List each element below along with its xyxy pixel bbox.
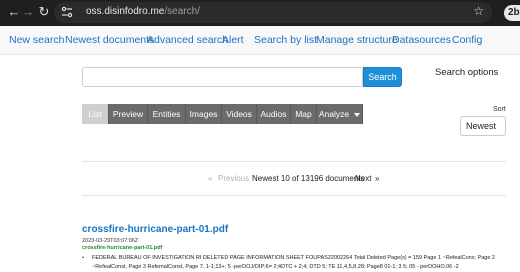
tab-list[interactable]: List [82, 104, 109, 124]
nav-alert[interactable]: Alert [222, 34, 244, 46]
nav-datasources[interactable]: Datasources [392, 34, 451, 46]
result-date: 2023-03-29T03:07:06Z [82, 238, 139, 244]
profile-avatar[interactable]: 2b [504, 5, 520, 21]
sort-select[interactable]: Newest [460, 116, 506, 136]
pager-prev-arrows[interactable]: « [208, 174, 212, 183]
bullet-icon: • [82, 255, 84, 261]
search-button[interactable]: Search [363, 67, 402, 87]
pager-next[interactable]: Next [355, 174, 371, 183]
url-text: oss.disinfodro.me/search/ [86, 6, 200, 17]
nav-config[interactable]: Config [452, 34, 482, 46]
tab-images[interactable]: Images [186, 104, 222, 124]
browser-toolbar: ← → ↻ oss.disinfodro.me/search/ ☆ 2b [0, 0, 520, 26]
result-title[interactable]: crossfire-hurricane-part-01.pdf [82, 224, 228, 235]
tab-entities[interactable]: Entities [148, 104, 186, 124]
url-path: /search/ [164, 6, 200, 17]
forward-icon[interactable]: → [20, 4, 36, 20]
search-options-link[interactable]: Search options [435, 67, 498, 78]
pager-previous[interactable]: Previous [218, 174, 249, 183]
url-host: oss.disinfodro.me [86, 6, 165, 17]
tab-videos[interactable]: Videos [222, 104, 257, 124]
snippet-line-text: FEDERAL BUREAU OF INVESTIGATION RI DELET… [92, 255, 495, 261]
pager-next-arrows[interactable]: » [375, 174, 379, 183]
view-tabs: List Preview Entities Images Videos Audi… [82, 104, 363, 124]
divider-bottom [82, 195, 506, 196]
tab-analyze[interactable]: Analyze [317, 104, 363, 124]
nav-advanced-search[interactable]: Advanced search [147, 34, 228, 46]
caret-down-icon [354, 112, 361, 117]
tab-preview[interactable]: Preview [109, 104, 148, 124]
nav-new-search[interactable]: New search [9, 34, 64, 46]
pager-summary: Newest 10 of 13196 documents [252, 174, 365, 183]
snippet-line: • FEDERAL BUREAU OF INVESTIGATION RI DELE… [82, 254, 512, 263]
result-filename[interactable]: crossfire-hurricane-part-01.pdf [82, 245, 162, 251]
nav-newest-documents[interactable]: Newest documents [65, 34, 154, 46]
top-navbar: New search Newest documents Advanced sea… [0, 26, 520, 55]
result-snippet: • FEDERAL BUREAU OF INVESTIGATION RI DELE… [82, 254, 512, 272]
nav-search-by-list[interactable]: Search by list [254, 34, 317, 46]
tab-analyze-label: Analyze [318, 109, 350, 119]
tab-map[interactable]: Map [291, 104, 317, 124]
tab-audios[interactable]: Audios [257, 104, 291, 124]
search-input[interactable] [82, 67, 363, 87]
divider-top [82, 161, 506, 162]
snippet-line-text: ~RefealConst, Page 3 RefemalConst, Page … [92, 264, 459, 270]
bookmark-star-icon[interactable]: ☆ [473, 4, 484, 18]
reload-icon[interactable]: ↻ [36, 4, 52, 20]
sort-label: Sort [493, 106, 506, 113]
address-bar[interactable]: oss.disinfodro.me/search/ ☆ [54, 2, 492, 23]
nav-manage-structure[interactable]: Manage structure [316, 34, 398, 46]
site-info-icon[interactable] [60, 5, 74, 19]
snippet-line: ~RefealConst, Page 3 RefemalConst, Page … [82, 263, 512, 272]
